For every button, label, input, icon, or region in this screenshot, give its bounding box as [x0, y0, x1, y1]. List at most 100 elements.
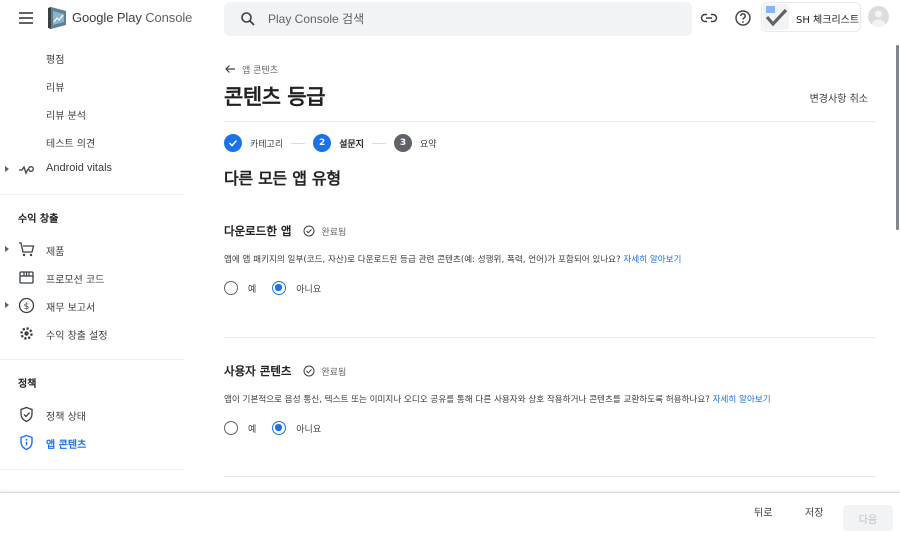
radio-label: 예 [248, 424, 257, 435]
next-button[interactable]: 다음 [843, 505, 893, 531]
radio-button[interactable] [272, 281, 287, 295]
menu-icon[interactable] [17, 10, 35, 26]
status-badge: 완료됨 [303, 225, 346, 238]
expand-caret-icon[interactable] [5, 246, 9, 252]
play-console-logo[interactable] [46, 6, 68, 30]
back-button[interactable]: 뒤로 [754, 504, 772, 519]
question-body: 앱에 앱 패키지의 일부(코드, 자산)로 다운로드된 등급 관련 콘텐츠(예:… [224, 255, 621, 265]
sidebar-item-label: 수익 창출 설정 [46, 331, 108, 342]
vitals-icon [19, 165, 34, 175]
step-label: 설문지 [339, 139, 364, 150]
step-connector [291, 142, 306, 144]
sidebar-item-label: 제품 [46, 247, 65, 258]
link-icon[interactable] [699, 8, 719, 28]
bottom-action-bar: 뒤로 저장 다음 [0, 492, 900, 534]
sidebar: 평점 리뷰 리뷰 분석 테스트 의견 Android vitals 수익 창출 … [0, 37, 200, 492]
sidebar-item-label: 프로모션 코드 [46, 275, 105, 286]
step-number: 2 [313, 134, 332, 152]
sidebar-divider [0, 469, 184, 470]
dollar-icon: $ [18, 297, 35, 314]
sidebar-item-ratings[interactable]: 평점 [0, 45, 200, 71]
app-icon [763, 4, 789, 30]
radio-label: 아니요 [296, 284, 322, 295]
sidebar-item-android-vitals[interactable]: Android vitals [0, 157, 200, 183]
brand-primary: Google Play [72, 10, 142, 25]
question-title: 다운로드한 앱 [224, 224, 292, 238]
expand-caret-icon[interactable] [5, 302, 9, 308]
avatar-icon[interactable] [868, 6, 889, 27]
sidebar-item-label: 정책 상태 [46, 412, 86, 423]
gear-icon [20, 327, 33, 340]
expand-caret-icon[interactable] [5, 166, 9, 172]
account-chip[interactable]: SH 체크리스트 [761, 2, 861, 32]
sidebar-divider [0, 359, 184, 360]
check-icon [224, 134, 242, 152]
radio-yes[interactable]: 예 [224, 281, 256, 295]
sidebar-item-reviews[interactable]: 리뷰 [0, 73, 200, 99]
breadcrumb[interactable]: 앱 콘텐츠 [224, 62, 278, 76]
step-questionnaire[interactable]: 2 설문지 [313, 134, 364, 152]
cart-icon [19, 242, 35, 257]
step-category[interactable]: 카테고리 [224, 134, 283, 152]
sidebar-item-label: 재무 보고서 [46, 303, 96, 314]
sidebar-item-label: 평점 [46, 55, 65, 66]
stepper: 카테고리 2 설문지 3 요약 [224, 133, 437, 153]
breadcrumb-label: 앱 콘텐츠 [242, 65, 278, 76]
shield-check-icon [20, 406, 33, 423]
sidebar-item-app-content[interactable]: 앱 콘텐츠 [0, 430, 200, 456]
search-icon [241, 12, 255, 26]
sidebar-section-policy: 정책 [18, 379, 37, 390]
sidebar-item-policy-status[interactable]: 정책 상태 [0, 402, 200, 428]
discard-changes-button[interactable]: 변경사항 취소 [810, 90, 868, 105]
check-circle-icon [303, 365, 315, 377]
sidebar-item-products[interactable]: 제품 [0, 237, 200, 263]
sidebar-item-label: 테스트 의견 [46, 139, 96, 150]
sidebar-divider [0, 194, 184, 195]
section-title: 다른 모든 앱 유형 [224, 169, 341, 188]
brand-name[interactable]: Google Play Console [72, 10, 192, 25]
status-text: 완료됨 [321, 227, 347, 238]
brand-secondary: Console [145, 10, 193, 25]
radio-button[interactable] [224, 421, 238, 435]
shield-info-icon [20, 434, 33, 451]
check-circle-icon [303, 225, 315, 237]
step-label: 요약 [419, 139, 437, 150]
scrollbar[interactable] [896, 45, 899, 230]
radio-button[interactable] [272, 421, 287, 435]
svg-text:$: $ [24, 302, 30, 312]
sidebar-item-label: 앱 콘텐츠 [46, 440, 87, 451]
sidebar-item-testing-feedback[interactable]: 테스트 의견 [0, 129, 200, 155]
question-text: 앱이 기본적으로 음성 통신, 텍스트 또는 이미지나 오디오 공유를 통해 다… [224, 393, 771, 405]
step-connector [371, 142, 386, 144]
radio-no[interactable]: 아니요 [272, 281, 321, 295]
radio-group: 예 아니요 [224, 281, 337, 295]
question-body: 앱이 기본적으로 음성 통신, 텍스트 또는 이미지나 오디오 공유를 통해 다… [224, 395, 710, 405]
radio-button[interactable] [224, 281, 238, 295]
sidebar-item-label: 리뷰 [46, 83, 65, 94]
top-app-bar: Google Play Console SH 체크리스트 [0, 0, 900, 37]
search-input[interactable] [268, 10, 668, 28]
status-badge: 완료됨 [303, 365, 346, 378]
sidebar-item-promo-codes[interactable]: 프로모션 코드 [0, 265, 200, 291]
search-bar[interactable] [224, 2, 692, 36]
radio-yes[interactable]: 예 [224, 421, 256, 435]
sidebar-item-monetization-settings[interactable]: 수익 창출 설정 [0, 321, 200, 347]
learn-more-link[interactable]: 자세히 알아보기 [713, 395, 771, 405]
radio-group: 예 아니요 [224, 421, 337, 435]
status-text: 완료됨 [321, 367, 347, 378]
radio-no[interactable]: 아니요 [272, 421, 321, 435]
page-title: 콘텐츠 등급 [224, 85, 325, 109]
step-number: 3 [393, 134, 412, 152]
question-divider [224, 337, 876, 338]
arrow-back-icon [225, 65, 235, 73]
header-divider [224, 121, 876, 122]
sidebar-item-review-analysis[interactable]: 리뷰 분석 [0, 101, 200, 127]
sidebar-section-monetize: 수익 창출 [18, 214, 59, 225]
step-summary[interactable]: 3 요약 [393, 134, 437, 152]
help-icon[interactable] [733, 8, 753, 28]
learn-more-link[interactable]: 자세히 알아보기 [623, 255, 681, 265]
question-title: 사용자 콘텐츠 [224, 364, 292, 378]
radio-label: 예 [248, 284, 257, 295]
save-button[interactable]: 저장 [805, 504, 823, 519]
sidebar-item-financial-reports[interactable]: $ 재무 보고서 [0, 293, 200, 319]
